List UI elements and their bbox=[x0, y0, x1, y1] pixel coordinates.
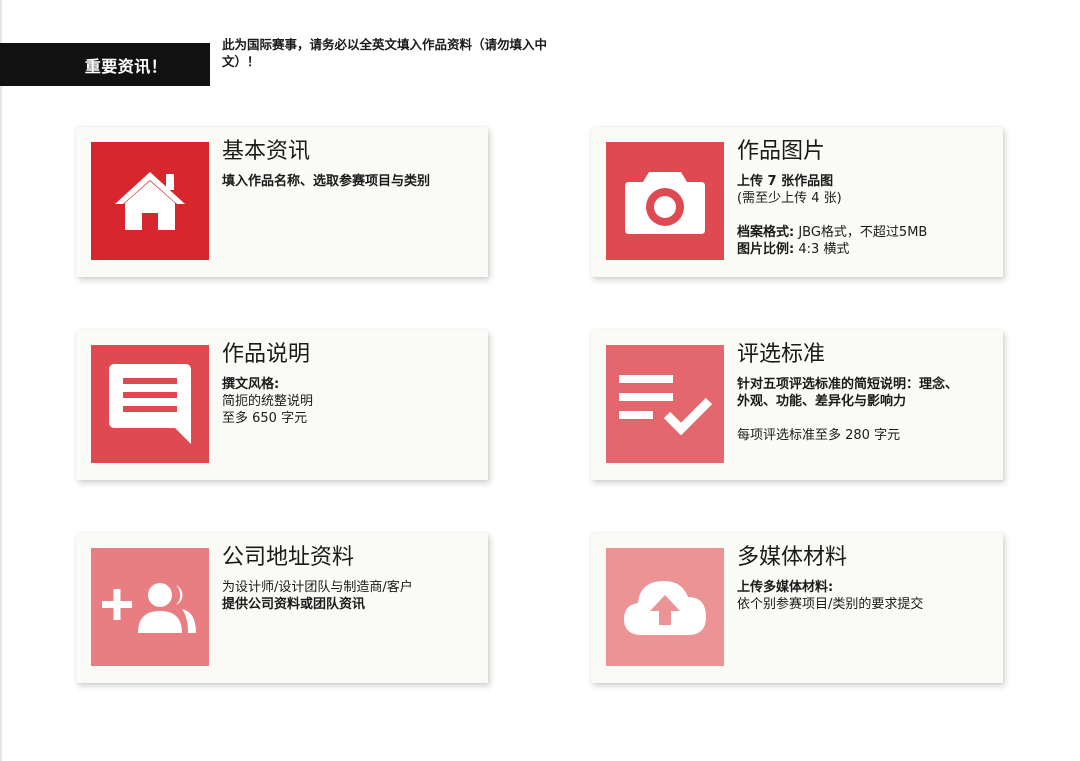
card-title: 评选标准 bbox=[737, 342, 826, 367]
card-line: 档案格式: JBG格式，不超过5MB bbox=[737, 224, 999, 241]
comment-icon-tile bbox=[91, 345, 209, 463]
camera-icon-tile bbox=[606, 142, 724, 260]
card-title: 基本资讯 bbox=[222, 139, 311, 164]
card-body: 为设计师/设计团队与制造商/客户 提供公司资料或团队资讯 bbox=[222, 579, 484, 613]
card-body: 上传多媒体材料: 依个别参赛项目/类别的要求提交 bbox=[737, 579, 999, 613]
card-judging-criteria: 评选标准 针对五项评选标准的简短说明：理念、 外观、功能、差异化与影响力 每项评… bbox=[591, 330, 1003, 480]
card-line: 为设计师/设计团队与制造商/客户 bbox=[222, 580, 413, 595]
card-line: 外观、功能、差异化与影响力 bbox=[737, 394, 907, 409]
english-only-notice: 此为国际赛事，请务必以全英文填入作品资料（请勿填入中文）！ bbox=[222, 37, 548, 69]
card-line: (需至少上传 4 张) bbox=[737, 191, 842, 206]
checklist-icon bbox=[619, 375, 713, 435]
card-basic-info: 基本资讯 填入作品名称、选取参赛项目与类别 bbox=[76, 127, 488, 277]
card-title: 公司地址资料 bbox=[222, 545, 355, 570]
add-group-icon bbox=[102, 583, 196, 633]
card-line: 每项评选标准至多 280 字元 bbox=[737, 428, 901, 443]
add-group-icon-tile bbox=[91, 548, 209, 666]
card-line: 至多 650 字元 bbox=[222, 411, 308, 426]
ratio-value: 4:3 横式 bbox=[794, 242, 850, 257]
important-info-banner: 重要资讯！ bbox=[0, 43, 210, 86]
card-title: 作品说明 bbox=[222, 342, 311, 367]
cloud-upload-icon bbox=[624, 581, 706, 635]
cloud-upload-icon-tile bbox=[606, 548, 724, 666]
comment-icon bbox=[109, 364, 191, 444]
ratio-label: 图片比例: bbox=[737, 242, 795, 257]
card-title: 作品图片 bbox=[737, 139, 826, 164]
card-company-info: 公司地址资料 为设计师/设计团队与制造商/客户 提供公司资料或团队资讯 bbox=[76, 533, 488, 683]
format-label: 档案格式: bbox=[737, 225, 795, 240]
card-line: 撰文风格: bbox=[222, 377, 280, 392]
banner-text: 重要资讯！ bbox=[84, 56, 168, 76]
card-line: 针对五项评选标准的简短说明：理念、 bbox=[737, 377, 959, 392]
card-line: 上传多媒体材料: bbox=[737, 580, 834, 595]
card-body: 撰文风格: 简扼的统整说明 至多 650 字元 bbox=[222, 376, 484, 427]
card-product-description: 作品说明 撰文风格: 简扼的统整说明 至多 650 字元 bbox=[76, 330, 488, 480]
camera-icon bbox=[625, 172, 705, 234]
page-edge-rule bbox=[0, 0, 2, 761]
card-title: 多媒体材料 bbox=[737, 545, 848, 570]
card-multimedia: 多媒体材料 上传多媒体材料: 依个别参赛项目/类别的要求提交 bbox=[591, 533, 1003, 683]
home-icon bbox=[115, 172, 185, 230]
home-icon-tile bbox=[91, 142, 209, 260]
card-product-images: 作品图片 上传 7 张作品图 (需至少上传 4 张) 档案格式: JBG格式，不… bbox=[591, 127, 1003, 277]
card-line: 提供公司资料或团队资讯 bbox=[222, 597, 366, 612]
card-body: 针对五项评选标准的简短说明：理念、 外观、功能、差异化与影响力 每项评选标准至多… bbox=[737, 376, 999, 444]
card-line: 简扼的统整说明 bbox=[222, 394, 314, 409]
card-line: 依个别参赛项目/类别的要求提交 bbox=[737, 597, 924, 612]
card-line: 图片比例: 4:3 横式 bbox=[737, 241, 999, 258]
checklist-icon-tile bbox=[606, 345, 724, 463]
format-value: JBG格式，不超过5MB bbox=[794, 225, 928, 240]
card-line: 填入作品名称、选取参赛项目与类别 bbox=[222, 174, 431, 189]
card-body: 上传 7 张作品图 (需至少上传 4 张) 档案格式: JBG格式，不超过5MB… bbox=[737, 173, 999, 258]
card-body: 填入作品名称、选取参赛项目与类别 bbox=[222, 173, 484, 190]
card-line: 上传 7 张作品图 bbox=[737, 174, 834, 189]
